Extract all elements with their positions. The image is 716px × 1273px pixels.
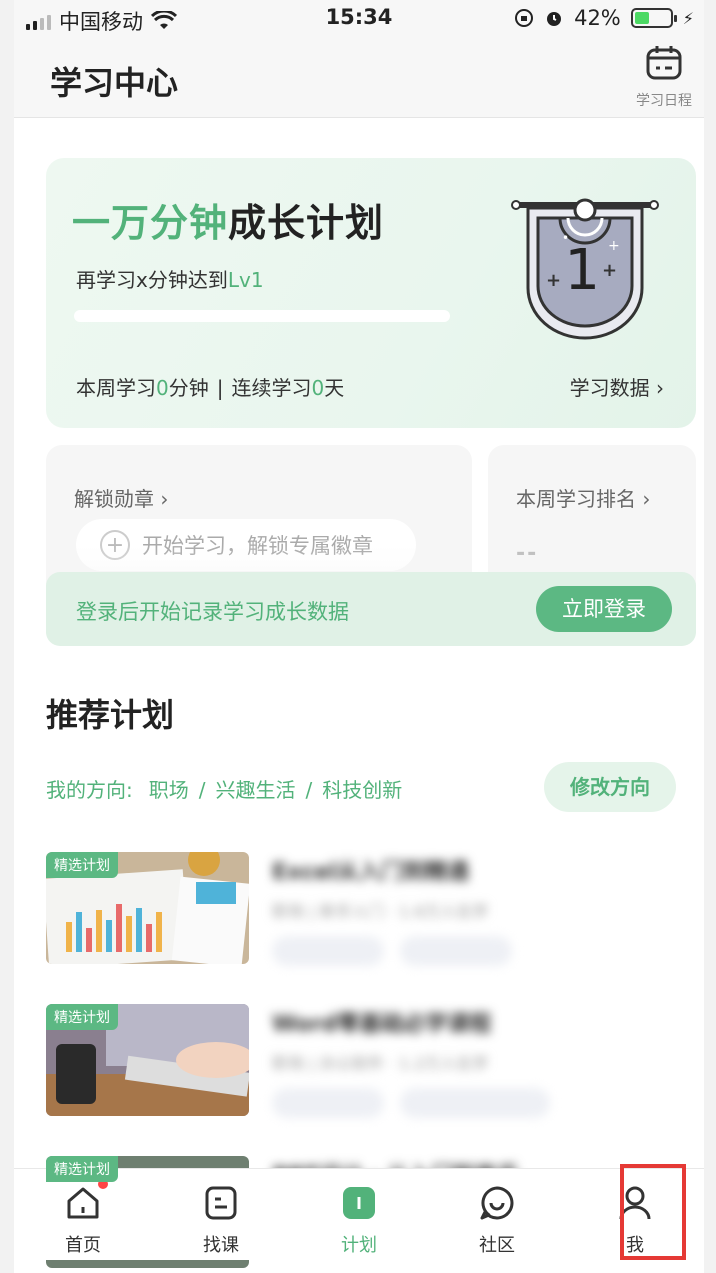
profile-tab-highlight (620, 1164, 686, 1260)
tab-home[interactable]: 首页 (14, 1169, 152, 1260)
tab-label: 找课 (203, 1235, 239, 1256)
stats-minutes-unit: 分钟 (168, 376, 209, 400)
charging-icon: ⚡ (682, 8, 694, 28)
calendar-label: 学习日程 (636, 93, 692, 109)
course-meta: 职场 | 办公软件 · 1.2万人在学 (272, 1054, 489, 1073)
course-card[interactable]: 精选计划 Word零基础必学课程 职场 | 办公软件 · 1.2万人在学 (46, 1004, 696, 1118)
level-hint-text: 再学习x分钟达到 (76, 268, 228, 292)
level-progress-bar (74, 310, 450, 322)
growth-title-green: 一万分钟 (72, 201, 229, 245)
direction-item: 职场 (148, 778, 189, 802)
growth-plan-card[interactable]: 一万分钟成长计划 再学习x分钟达到Lv1 本周学习0分钟 | 连续学习0天 学习数据… (46, 158, 696, 428)
direction-separator: / (305, 778, 313, 802)
phone-screen: 中国移动 15:34 42% ⚡ 学习中心 学习日程 一万分钟成长计划 再学习x… (14, 0, 704, 1273)
unlock-title: 解锁勋章 › (74, 487, 169, 511)
badge-number: 1 (564, 238, 600, 303)
stats-separator: | (216, 376, 224, 400)
battery-percent: 42% (574, 6, 621, 30)
direction-item: 科技创新 (322, 778, 403, 802)
study-data-link[interactable]: 学习数据 › (570, 372, 664, 401)
course-chip (272, 1088, 384, 1118)
recommended-title: 推荐计划 (46, 696, 175, 734)
tab-label: 计划 (341, 1235, 377, 1256)
direction-line: 我的方向: 职场 / 兴趣生活 / 科技创新 (46, 774, 402, 803)
svg-text:+: + (608, 238, 620, 254)
tab-label: 首页 (65, 1235, 101, 1256)
stats-days-unit: 天 (324, 376, 345, 400)
course-icon (205, 1186, 237, 1220)
course-info-blurred: Word零基础必学课程 职场 | 办公软件 · 1.2万人在学 (272, 1004, 682, 1118)
direction-separator: / (198, 778, 206, 802)
growth-title-dark: 成长计划 (228, 201, 385, 245)
change-direction-button[interactable]: 修改方向 (544, 762, 676, 812)
alarm-icon (547, 12, 562, 26)
study-schedule-button[interactable]: 学习日程 (632, 44, 696, 110)
level-label: Lv1 (227, 268, 264, 292)
community-icon (480, 1186, 514, 1220)
bottom-tab-bar: 首页 找课 计划 社区 我 (14, 1168, 704, 1260)
course-chip (272, 936, 384, 966)
course-title: Word零基础必学课程 (272, 1012, 492, 1037)
tab-label: 社区 (479, 1235, 515, 1256)
course-chip (400, 936, 512, 966)
stats-days: 0 (311, 376, 325, 400)
ranking-title: 本周学习排名 › (516, 487, 651, 511)
course-card[interactable]: 精选计划 Excel从入门到精通 职场 | 新手入门 · 1.6万人在学 (46, 852, 696, 966)
stats-minutes: 0 (156, 376, 169, 400)
stats-prefix: 本周学习 (76, 376, 156, 400)
battery-icon (630, 8, 677, 28)
page-title: 学习中心 (50, 64, 179, 102)
app-header: 学习中心 学习日程 (14, 36, 704, 118)
login-button[interactable]: 立即登录 (536, 586, 672, 632)
stats-streak-prefix: 连续学习 (231, 376, 312, 400)
course-info-blurred: Excel从入门到精通 职场 | 新手入门 · 1.6万人在学 (272, 852, 682, 966)
featured-tag: 精选计划 (46, 852, 118, 878)
login-banner: 登录后开始记录学习成长数据 立即登录 (46, 572, 696, 646)
level-hint: 再学习x分钟达到Lv1 (76, 264, 264, 293)
weekly-stats: 本周学习0分钟 | 连续学习0天 (76, 372, 344, 401)
course-thumbnail: 精选计划 (46, 1004, 249, 1116)
svg-text:+: + (546, 270, 561, 291)
direction-label: 我的方向: (46, 778, 133, 802)
direction-item: 兴趣生活 (215, 778, 296, 802)
login-hint: 登录后开始记录学习成长数据 (76, 600, 349, 624)
tab-courses[interactable]: 找课 (152, 1169, 290, 1260)
tab-community[interactable]: 社区 (428, 1169, 566, 1260)
course-title: Excel从入门到精通 (272, 860, 469, 885)
svg-text:+: + (602, 260, 617, 281)
course-thumbnail: 精选计划 (46, 852, 249, 964)
plan-icon (343, 1187, 375, 1219)
featured-tag: 精选计划 (46, 1156, 118, 1182)
growth-title: 一万分钟成长计划 (72, 192, 384, 247)
course-chip (400, 1088, 550, 1118)
tab-plan[interactable]: 计划 (290, 1169, 428, 1260)
rotation-lock-icon (515, 9, 534, 27)
home-icon (67, 1187, 99, 1219)
course-meta: 职场 | 新手入门 · 1.6万人在学 (272, 902, 489, 921)
featured-tag: 精选计划 (46, 1004, 118, 1030)
status-bar: 中国移动 15:34 42% ⚡ (14, 0, 704, 36)
calendar-icon (646, 46, 682, 80)
